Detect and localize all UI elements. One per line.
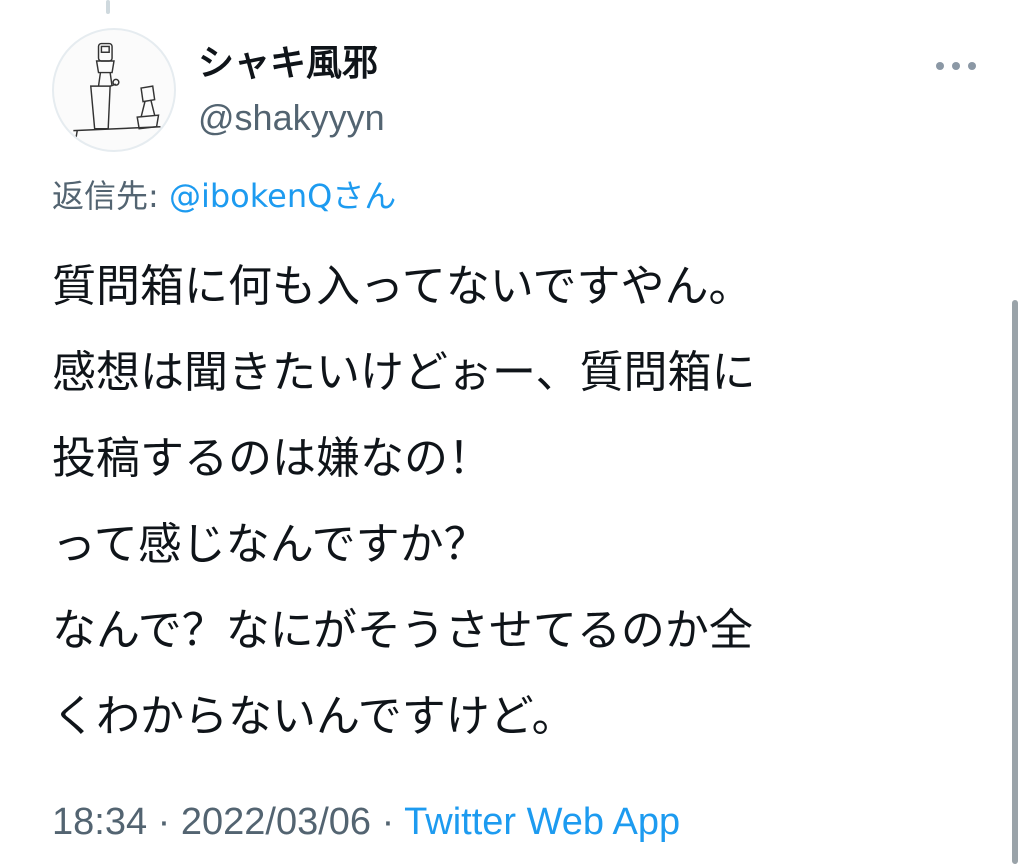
tweet-text: 質問箱に何も入ってないですやん。 感想は聞きたいけどぉー、質問箱に 投稿するのは… — [52, 244, 992, 760]
avatar-drawing-icon — [73, 42, 161, 143]
tweet-text-line: なんで？なにがそうさせてるのか全 — [52, 605, 753, 656]
avatar[interactable] — [52, 28, 176, 152]
display-name[interactable]: シャキ風邪 — [198, 40, 385, 88]
author-block: シャキ風邪 @shakyyyn — [198, 40, 385, 142]
tweet-text-line: って感じなんですか？ — [52, 519, 488, 570]
more-dot-icon — [952, 62, 960, 70]
tweet-date[interactable]: 2022/03/06 — [181, 801, 371, 843]
tweet-time[interactable]: 18:34 — [52, 801, 147, 843]
top-divider — [106, 0, 110, 14]
reply-context: 返信先: @ibokenQさん — [52, 172, 396, 220]
more-dot-icon — [968, 62, 976, 70]
tweet-detail: シャキ風邪 @shakyyyn 返信先: @ibokenQさん 質問箱に何も入っ… — [0, 0, 1024, 864]
more-dot-icon — [936, 62, 944, 70]
tweet-text-line: 投稿するのは嫌なの！ — [52, 433, 492, 484]
meta-separator: · — [147, 801, 181, 843]
tweet-text-line: くわからないんですけど。 — [52, 691, 576, 742]
tweet-meta: 18:34 · 2022/03/06 · Twitter Web App — [52, 796, 680, 848]
meta-separator: · — [371, 801, 405, 843]
tweet-text-line: 質問箱に何も入ってないですやん。 — [52, 261, 753, 312]
more-options-button[interactable] — [936, 56, 976, 76]
user-handle[interactable]: @shakyyyn — [198, 94, 385, 142]
tweet-text-line: 感想は聞きたいけどぉー、質問箱に — [52, 347, 756, 398]
reply-suffix[interactable]: さん — [332, 177, 396, 215]
reply-prefix: 返信先: — [52, 177, 159, 215]
scrollbar[interactable] — [1012, 300, 1018, 864]
reply-mention-link[interactable]: @ibokenQ — [169, 177, 332, 215]
tweet-source-link[interactable]: Twitter Web App — [404, 801, 680, 843]
